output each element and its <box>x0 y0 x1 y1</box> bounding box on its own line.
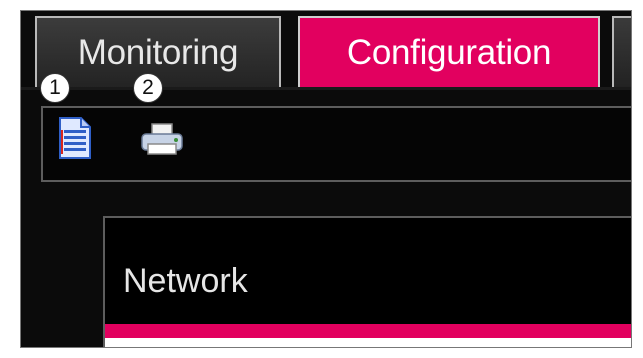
tab-divider <box>21 87 631 90</box>
tab-partial[interactable] <box>612 16 631 88</box>
panel-body <box>105 338 631 347</box>
content-panel: Network <box>103 216 631 347</box>
printer-icon[interactable] <box>139 122 185 158</box>
callout-marker: 1 <box>40 73 70 103</box>
callout-marker: 2 <box>133 73 163 103</box>
document-icon[interactable] <box>57 116 93 160</box>
tab-bar: Monitoring Configuration <box>21 11 631 90</box>
panel-accent-bar <box>105 324 631 338</box>
application-window: Monitoring Configuration Network <box>20 10 632 348</box>
panel-title: Network <box>123 262 248 300</box>
toolbar <box>41 106 631 182</box>
tab-configuration[interactable]: Configuration <box>298 16 600 88</box>
